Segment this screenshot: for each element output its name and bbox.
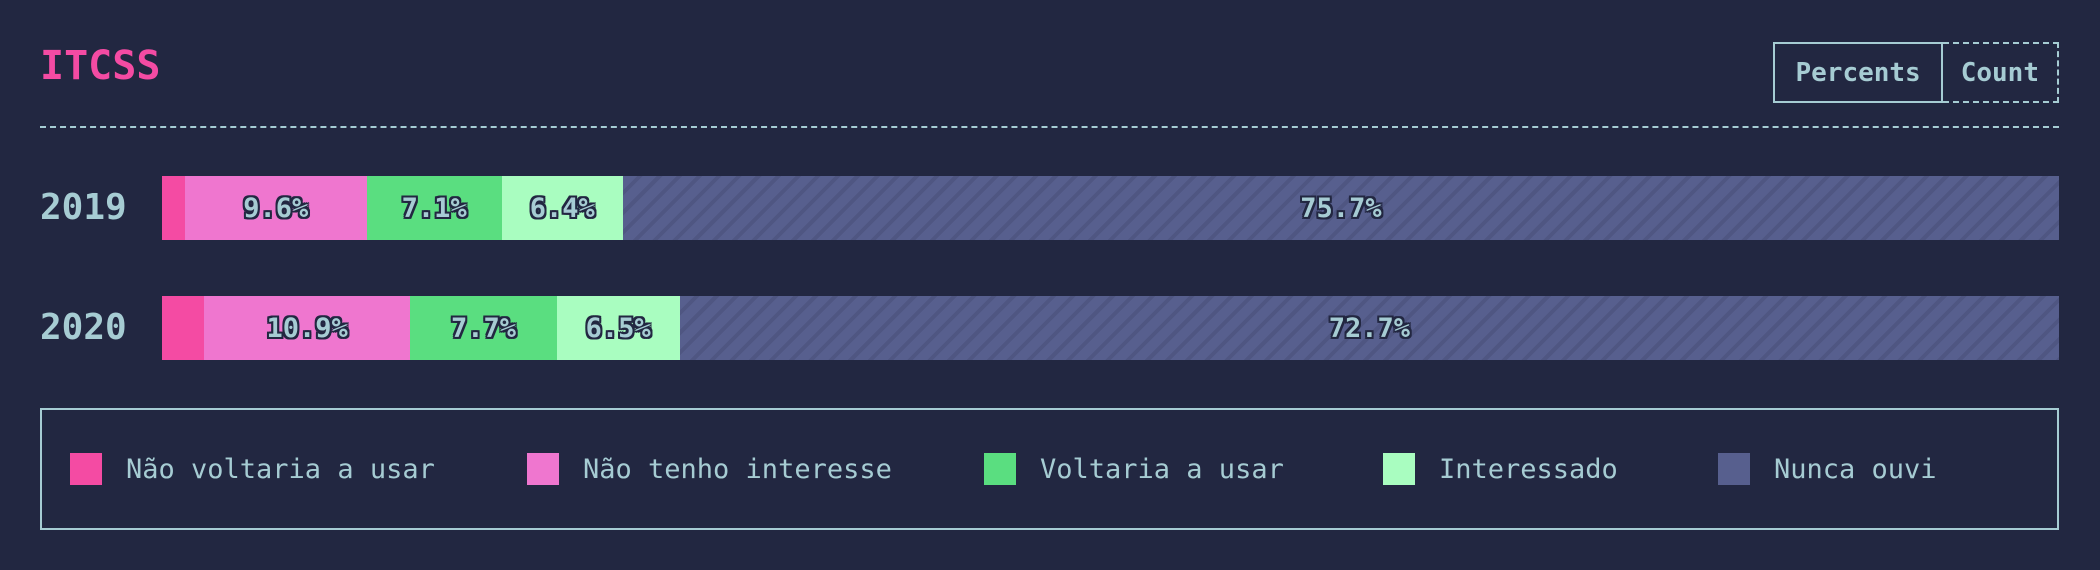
bar-segment[interactable]: 75.7% — [622, 176, 2059, 240]
unit-toggle: Percents Count — [1773, 42, 2059, 103]
legend-item[interactable]: Interessado — [1383, 410, 1618, 528]
bar-segment[interactable] — [162, 176, 185, 240]
legend-item[interactable]: Não tenho interesse — [527, 410, 892, 528]
bar-segment[interactable] — [162, 296, 204, 360]
legend-item[interactable]: Voltaria a usar — [984, 410, 1284, 528]
count-button[interactable]: Count — [1942, 42, 2059, 103]
bar-row-2020: 2020 10.9% 7.7% 6.5% 72.7% — [40, 296, 2059, 360]
header-divider — [40, 126, 2059, 128]
bar-segment[interactable]: 7.1% — [366, 176, 502, 240]
legend-swatch — [527, 453, 559, 485]
legend: Não voltaria a usar Não tenho interesse Vo… — [40, 408, 2059, 530]
legend-swatch — [1718, 453, 1750, 485]
legend-label: Nunca ouvi — [1774, 453, 1937, 485]
bar-segment[interactable]: 9.6% — [184, 176, 367, 240]
category-label: 2019 — [40, 187, 127, 228]
percents-button[interactable]: Percents — [1773, 42, 1943, 103]
legend-label: Não tenho interesse — [583, 453, 892, 485]
legend-swatch — [70, 453, 102, 485]
legend-item[interactable]: Não voltaria a usar — [70, 410, 435, 528]
legend-swatch — [1383, 453, 1415, 485]
legend-label: Não voltaria a usar — [126, 453, 435, 485]
legend-swatch — [984, 453, 1016, 485]
category-label: 2020 — [40, 307, 127, 348]
bar-segment[interactable]: 7.7% — [410, 296, 557, 360]
bar-row-2019: 2019 9.6% 7.1% 6.4% 75.7% — [40, 176, 2059, 240]
legend-label: Interessado — [1439, 453, 1618, 485]
legend-item[interactable]: Nunca ouvi — [1718, 410, 1937, 528]
stacked-bar: 9.6% 7.1% 6.4% 75.7% — [162, 176, 2059, 240]
bar-segment[interactable]: 6.5% — [556, 296, 680, 360]
bar-segment[interactable]: 10.9% — [203, 296, 411, 360]
bar-segment[interactable]: 72.7% — [679, 296, 2059, 360]
chart-page: ITCSS Percents Count 2019 9.6% 7.1% 6.4% 75.… — [0, 0, 2100, 570]
stacked-bar: 10.9% 7.7% 6.5% 72.7% — [162, 296, 2059, 360]
legend-label: Voltaria a usar — [1040, 453, 1284, 485]
chart-title: ITCSS — [40, 43, 161, 89]
bar-segment[interactable]: 6.4% — [501, 176, 623, 240]
